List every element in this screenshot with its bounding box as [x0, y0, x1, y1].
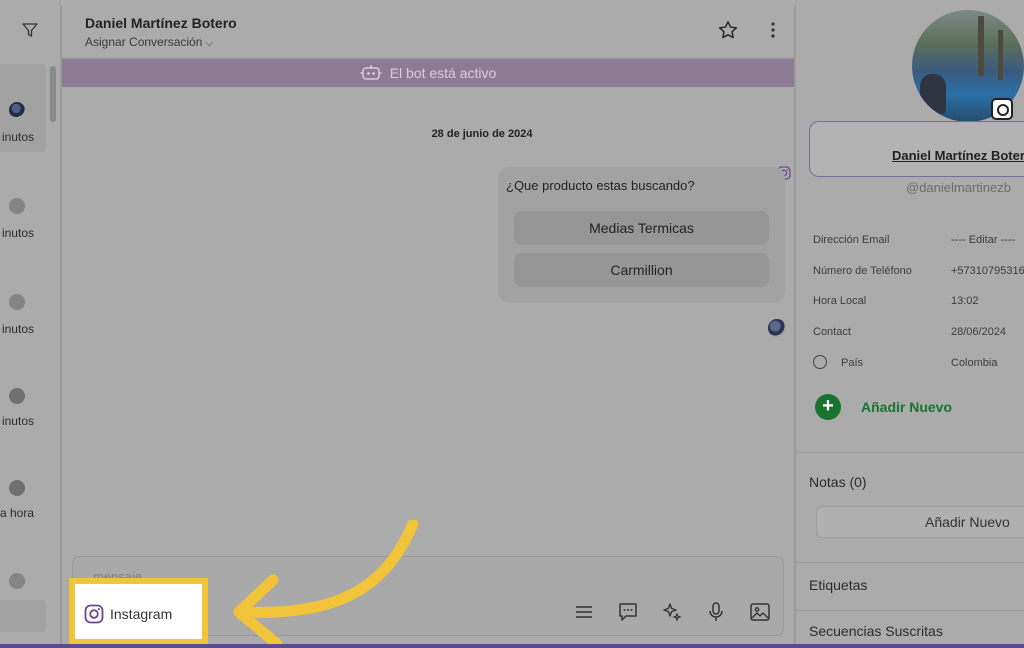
- menu-icon[interactable]: [573, 601, 595, 623]
- conversation-time: inutos: [1, 130, 34, 144]
- divider: [796, 610, 1024, 611]
- conversation-time: inutos: [1, 226, 34, 240]
- photo-palm-tree: [978, 16, 984, 76]
- robot-icon: [360, 65, 382, 80]
- profile-name-card[interactable]: Daniel Martínez Botero: [809, 121, 1024, 177]
- field-label: Dirección Email: [813, 234, 890, 246]
- quick-reply-button[interactable]: Carmillion: [514, 253, 769, 287]
- quick-reply-button[interactable]: Medias Termicas: [514, 211, 769, 245]
- country-value: Colombia: [951, 357, 998, 369]
- assign-label: Asignar Conversación: [85, 35, 203, 49]
- conversation-item[interactable]: [0, 540, 46, 589]
- field-label: País: [841, 357, 864, 369]
- bot-active-banner: El bot está activo: [62, 59, 794, 87]
- profile-name-link[interactable]: Daniel Martínez Botero: [892, 148, 1024, 163]
- conversation-item[interactable]: [0, 600, 46, 632]
- email-edit-link[interactable]: ---- Editar ----: [951, 234, 1015, 246]
- user-icon: [9, 198, 25, 214]
- add-new-field-button[interactable]: Añadir Nuevo: [861, 399, 952, 415]
- instagram-channel-label-group: Instagram: [84, 604, 172, 624]
- field-label: Contact: [813, 326, 851, 338]
- globe-icon: [813, 355, 827, 369]
- user-icon: [9, 573, 25, 589]
- photo-palm-tree: [998, 30, 1003, 80]
- add-field-plus-icon[interactable]: +: [815, 394, 841, 420]
- divider: [796, 452, 1024, 453]
- user-icon: [9, 294, 25, 310]
- avatar: [9, 102, 25, 118]
- contact-date-value: 28/06/2024: [951, 326, 1007, 338]
- chat-bubble-icon[interactable]: [617, 601, 639, 623]
- photo-person: [920, 74, 946, 114]
- contact-details-panel: Daniel Martínez Botero @danielmartinezb …: [795, 0, 1024, 648]
- conversation-item[interactable]: inutos: [0, 160, 46, 248]
- divider: [796, 562, 1024, 563]
- conversation-header: Daniel Martínez Botero Asignar Conversac…: [62, 0, 794, 58]
- phone-value: +573107953160: [951, 265, 1024, 277]
- list-scrollbar[interactable]: [50, 66, 56, 122]
- assign-conversation-dropdown[interactable]: Asignar Conversación ⌵: [85, 35, 213, 49]
- date-separator: 28 de junio de 2024: [431, 128, 533, 140]
- instagram-icon: [84, 604, 104, 624]
- conversation-item[interactable]: inutos: [0, 256, 46, 344]
- microphone-icon[interactable]: [705, 601, 727, 623]
- subscribed-sequences-section[interactable]: Secuencias Suscritas: [809, 623, 943, 639]
- conversation-list: inutos inutos inutos inutos a hora: [0, 0, 61, 648]
- conversation-item[interactable]: inutos: [0, 352, 46, 440]
- bottom-accent-bar: [0, 644, 1024, 648]
- conversation-time: a hora: [0, 506, 34, 520]
- sender-avatar: [768, 319, 786, 337]
- profile-handle: @danielmartinezb: [906, 180, 1011, 195]
- filter-icon[interactable]: [22, 22, 38, 38]
- message-text: ¿Que producto estas buscando?: [506, 178, 695, 193]
- conversation-item[interactable]: a hora: [0, 446, 46, 534]
- instagram-label: Instagram: [110, 606, 173, 622]
- conversation-time: inutos: [1, 414, 34, 428]
- conversation-item[interactable]: inutos: [0, 64, 46, 152]
- instagram-icon: [991, 98, 1013, 120]
- notes-heading: Notas (0): [809, 474, 867, 490]
- instagram-channel-button[interactable]: Instagram: [69, 578, 208, 645]
- composer-toolbar: [573, 601, 771, 623]
- star-icon[interactable]: [718, 20, 738, 40]
- local-time-value: 13:02: [951, 295, 979, 307]
- conversation-time: inutos: [1, 322, 34, 336]
- ai-sparkle-icon[interactable]: [661, 601, 683, 623]
- image-icon[interactable]: [749, 601, 771, 623]
- field-label: Hora Local: [813, 295, 867, 307]
- contact-name: Daniel Martínez Botero: [85, 15, 237, 31]
- more-options-icon[interactable]: [768, 20, 778, 40]
- check-icon: [9, 480, 25, 496]
- bot-status-text: El bot está activo: [389, 65, 497, 81]
- check-icon: [9, 388, 25, 404]
- tags-section[interactable]: Etiquetas: [809, 577, 867, 593]
- field-label: Número de Teléfono: [813, 265, 912, 277]
- add-note-button[interactable]: Añadir Nuevo: [816, 506, 1024, 538]
- bot-message-bubble: ¿Que producto estas buscando? Medias Ter…: [498, 167, 785, 303]
- pointer-arrow-icon: [233, 520, 419, 648]
- chevron-down-icon: ⌵: [205, 38, 213, 49]
